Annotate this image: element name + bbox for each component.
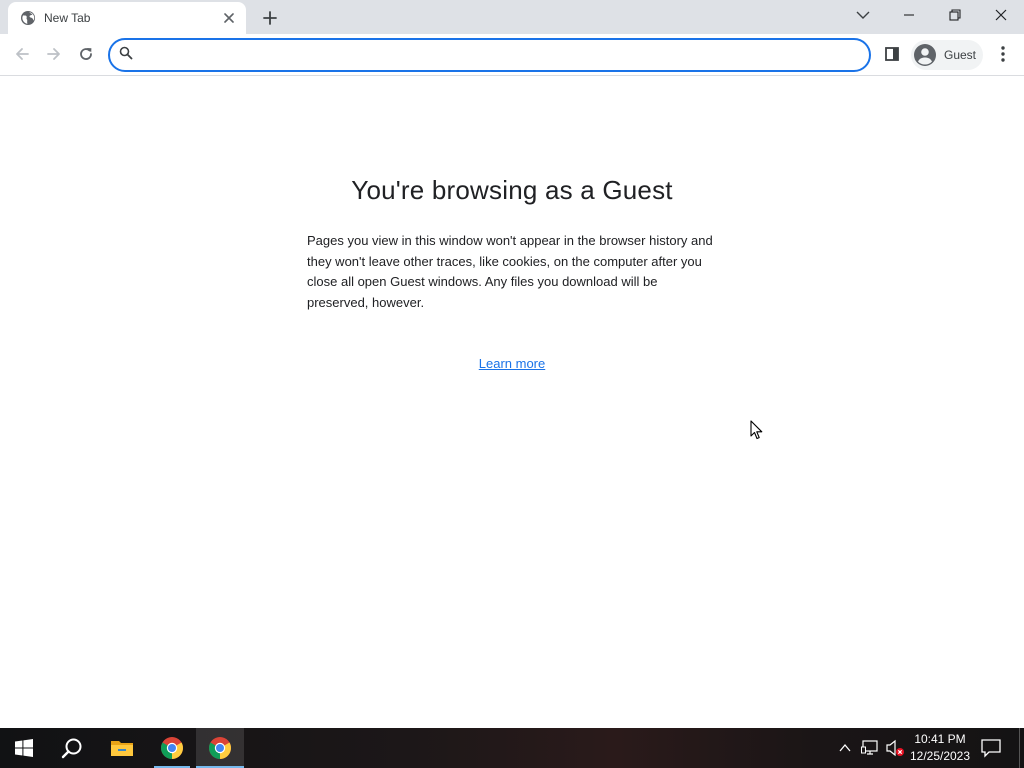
chrome-icon: [161, 737, 183, 759]
profile-button[interactable]: Guest: [911, 40, 983, 70]
start-button[interactable]: [0, 728, 48, 768]
close-icon: [995, 9, 1007, 21]
menu-button[interactable]: [988, 39, 1018, 69]
system-clock[interactable]: 10:41 PM 12/25/2023: [904, 731, 976, 765]
new-tab-button[interactable]: [257, 5, 283, 31]
windows-taskbar: 10:41 PM 12/25/2023: [0, 728, 1024, 768]
file-explorer-icon: [111, 741, 133, 756]
reload-icon: [80, 48, 92, 60]
restore-button[interactable]: [932, 0, 978, 30]
tab-new-tab[interactable]: New Tab: [8, 2, 246, 34]
tab-strip: New Tab: [0, 0, 1024, 34]
arrow-right-icon: [47, 48, 60, 60]
forward-button[interactable]: [39, 39, 69, 69]
globe-icon: [20, 10, 36, 26]
browser-toolbar: Guest: [0, 34, 1024, 76]
reload-button[interactable]: [71, 39, 101, 69]
tab-title: New Tab: [44, 11, 91, 25]
arrow-left-icon: [16, 48, 29, 60]
chrome-icon: [209, 737, 231, 759]
file-explorer-button[interactable]: [98, 728, 146, 768]
volume-muted-icon[interactable]: [885, 739, 905, 757]
network-icon[interactable]: [861, 739, 881, 757]
address-bar[interactable]: [108, 38, 871, 72]
close-icon[interactable]: [220, 9, 238, 27]
notification-icon[interactable]: [980, 738, 1002, 758]
minimize-button[interactable]: [886, 0, 932, 30]
chevron-up-icon[interactable]: [837, 740, 853, 756]
chrome-taskbar-button[interactable]: [148, 728, 196, 768]
learn-more-link[interactable]: Learn more: [479, 356, 545, 371]
profile-label: Guest: [944, 48, 977, 62]
side-panel-icon: [885, 47, 899, 61]
show-desktop-button[interactable]: [1019, 728, 1024, 768]
tab-search-button[interactable]: [840, 0, 886, 30]
clock-date: 12/25/2023: [909, 749, 971, 763]
learn-more-container: Learn more: [0, 356, 1024, 371]
account-circle-icon: [913, 43, 937, 67]
side-panel-button[interactable]: [877, 39, 907, 69]
page-title: You're browsing as a Guest: [351, 175, 673, 205]
restore-icon: [949, 9, 961, 21]
more-vertical-icon: [1001, 46, 1005, 62]
page-content: You're browsing as a Guest Pages you vie…: [0, 77, 1024, 728]
plus-icon: [263, 11, 277, 25]
taskbar-search-button[interactable]: [48, 728, 96, 768]
chrome-taskbar-button-active[interactable]: [196, 728, 244, 768]
search-icon: [61, 738, 82, 759]
minimize-icon: [904, 14, 914, 16]
chevron-down-icon: [856, 11, 870, 19]
clock-time: 10:41 PM: [914, 732, 966, 746]
guest-description: Pages you view in this window won't appe…: [307, 233, 713, 310]
mouse-cursor-icon: [750, 420, 763, 440]
search-icon: [119, 46, 133, 65]
close-window-button[interactable]: [978, 0, 1024, 30]
address-input[interactable]: [141, 42, 869, 68]
back-button[interactable]: [7, 39, 37, 69]
windows-start-icon: [15, 739, 33, 757]
